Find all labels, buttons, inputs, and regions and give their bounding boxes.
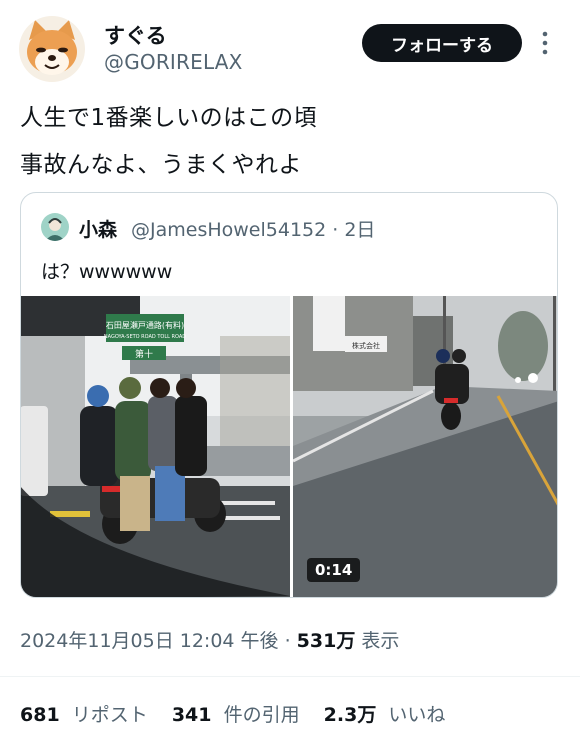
author-display-name[interactable]: すぐる: [104, 20, 167, 50]
tweet-meta: 2024年11月05日 12:04 午後 · 531万 表示: [20, 626, 399, 653]
reposts-count: 681: [20, 704, 60, 726]
quoted-display-name[interactable]: 小森: [79, 215, 117, 242]
photo-sign-text-3: 第十: [135, 348, 153, 360]
quoted-author-avatar[interactable]: [41, 213, 69, 241]
tweet-datetime[interactable]: 2024年11月05日 12:04 午後: [20, 630, 279, 652]
shiba-dog-avatar-icon: [19, 16, 85, 82]
quotes-label: 件の引用: [223, 704, 300, 726]
photo-sign-text: 石田屋瀬戸通路(有料): [106, 320, 184, 330]
meta-separator: ·: [278, 630, 297, 652]
author-handle[interactable]: @GORIRELAX: [104, 50, 243, 74]
reposts-label: リポスト: [71, 704, 148, 726]
quoted-avatar-icon: [41, 213, 69, 241]
views-label: 表示: [361, 630, 400, 652]
more-vertical-icon[interactable]: [540, 30, 550, 56]
follow-button[interactable]: フォローする: [362, 24, 522, 62]
quoted-tweet-card[interactable]: 小森 @JamesHowel54152 · 2日 は？wwwwww 石田屋瀬戸通…: [20, 192, 558, 598]
quoted-handle-date[interactable]: @JamesHowel54152 · 2日: [131, 215, 375, 242]
video-sign-text: 株式会社: [352, 341, 380, 350]
views-count: 531万: [296, 630, 356, 652]
divider: [0, 676, 580, 677]
quotes-count: 341: [171, 704, 212, 726]
quoted-video-right[interactable]: 株式会社 0:14: [293, 296, 557, 597]
quoted-photo-left[interactable]: 石田屋瀬戸通路(有料) NAGOYA-SETO ROAD TOLL ROAD 第…: [21, 296, 290, 597]
photo-sign-text-2: NAGOYA-SETO ROAD TOLL ROAD: [104, 334, 186, 340]
tweet-text-line-2: 事故んなよ、うまくやれよ: [20, 152, 302, 178]
author-avatar[interactable]: [19, 16, 85, 82]
tweet-stats: 681 リポスト 341 件の引用 2.3万 いいね: [20, 700, 463, 727]
photo-scooter-riders: 石田屋瀬戸通路(有料) NAGOYA-SETO ROAD TOLL ROAD 第…: [21, 296, 290, 597]
video-duration-badge: 0:14: [307, 558, 361, 582]
likes-count: 2.3万: [323, 704, 377, 726]
tweet-text-line-1: 人生で1番楽しいのはこの頃: [20, 105, 318, 131]
likes-label: いいね: [388, 704, 446, 726]
video-thumbnail: 株式会社: [293, 296, 557, 597]
reposts-stat[interactable]: 681 リポスト: [20, 704, 154, 726]
quotes-stat[interactable]: 341 件の引用: [172, 704, 306, 726]
quoted-tweet-text: は？wwwwww: [41, 261, 173, 283]
likes-stat[interactable]: 2.3万 いいね: [324, 704, 446, 726]
